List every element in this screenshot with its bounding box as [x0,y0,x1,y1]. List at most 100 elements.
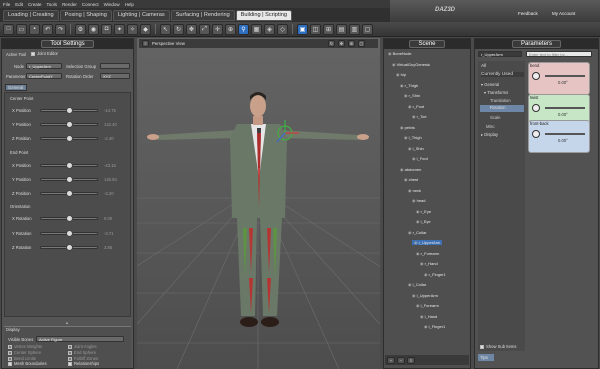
tab-lighting-cameras[interactable]: Lighting | Cameras [112,9,170,21]
param-front-back-slider[interactable] [545,133,585,135]
or-z-slider[interactable] [40,244,98,251]
tips-tab[interactable]: Tips [478,354,494,361]
or-y-slider[interactable] [40,230,98,237]
cp-x-value[interactable]: -14.75 [104,108,116,113]
slider-knob[interactable] [66,176,73,183]
new-icon[interactable]: □ [3,23,14,35]
cat-rotation[interactable]: Rotation [480,105,524,112]
menu-connect[interactable]: Connect [82,2,99,7]
universal-tool-icon[interactable]: ✛ [212,23,223,35]
param-filter-input[interactable]: Enter text to filter by... [526,51,592,57]
render-settings-icon[interactable]: ⚙ [75,23,86,35]
cat-display[interactable]: ▸ Display [481,132,498,137]
ep-y-value[interactable]: 140.50 [104,177,117,182]
scene-node[interactable]: ◉ head [412,198,426,203]
cat-currently-used[interactable]: Currently Used [481,72,524,77]
primitive-icon[interactable]: ◆ [140,23,151,35]
or-y-value[interactable]: -3.71 [104,231,114,236]
scene-node[interactable]: ◉ neck [408,188,421,193]
rotate-tool-icon[interactable]: ↻ [173,23,184,35]
viewport-camera-select[interactable]: Perspective View [152,41,185,46]
general-tab[interactable]: General [5,84,27,91]
scene-node[interactable]: ◉ hip [396,72,406,77]
scene-options-icon[interactable]: ≡ [407,356,415,364]
add-node-icon[interactable]: + [387,356,395,364]
slider-knob[interactable] [66,162,73,169]
redo-icon[interactable]: ↷ [55,23,66,35]
delete-node-icon[interactable]: − [397,356,405,364]
layout-split-icon[interactable]: ◫ [310,23,321,35]
region-tool-icon[interactable]: ▦ [251,23,262,35]
ep-x-slider[interactable] [40,162,98,169]
translate-tool-icon[interactable]: ✥ [186,23,197,35]
viewport[interactable]: ≡ Perspective View ↻ ✥ ⊕ ▢ [137,38,380,369]
scene-node[interactable]: ◉ l_Shin [408,146,424,151]
scene-node[interactable]: ◉ r_Forearm [416,251,439,256]
param-twist-slider[interactable] [545,107,585,109]
param-bend-slider[interactable] [545,75,585,77]
or-x-slider[interactable] [40,215,98,222]
layout-quad-icon[interactable]: ⊞ [323,23,334,35]
slider-knob[interactable] [66,230,73,237]
cat-all[interactable]: All [481,64,486,69]
scene-node[interactable]: ◉ l_Finger1 [424,324,445,329]
save-icon[interactable]: ▪ [29,23,40,35]
scene-node[interactable]: ◉ l_Thigh [404,135,422,140]
cat-scale[interactable]: Scale [490,115,500,120]
camera-icon[interactable]: ◘ [101,23,112,35]
scene-node[interactable]: ◉ r_Finger1 [424,272,446,277]
scene-node[interactable]: ◉ l_UpperArm [412,293,438,298]
or-z-value[interactable]: 3.85 [104,245,112,250]
selection-group-select[interactable] [100,63,130,69]
scene-node[interactable]: ◉ r_Hand [420,261,438,266]
tab-loading-creating[interactable]: Loading | Creating [3,9,59,21]
slider-knob[interactable] [66,121,73,128]
or-x-value[interactable]: 0.00 [104,216,112,221]
orbit-icon[interactable]: ↻ [327,40,335,47]
viewport-menu-icon[interactable]: ≡ [142,40,149,47]
cp-z-value[interactable]: -2.40 [104,136,114,141]
scene-node[interactable]: ◉ BoneNode [388,51,412,56]
spotlight-icon[interactable]: ✧ [127,23,138,35]
scene-node[interactable]: ◉ l_Collar [408,282,426,287]
scene-node[interactable]: ◉ chest [404,177,418,182]
scene-node[interactable]: ◉ r_UpperArm [412,240,443,245]
menu-create[interactable]: Create [28,2,42,7]
scene-node[interactable]: ◉ r_Foot [408,104,424,109]
param-bend-value[interactable]: 0.00° [558,80,568,85]
light-icon[interactable]: ✦ [114,23,125,35]
layout-col-icon[interactable]: ▥ [349,23,360,35]
menu-tools[interactable]: Tools [47,2,58,7]
cat-transforms[interactable]: ▾ Transforms [484,90,508,95]
scene-node[interactable]: ◉ r_Thigh [400,83,418,88]
menu-edit[interactable]: Edit [15,2,23,7]
cp-y-slider[interactable] [40,121,98,128]
slider-knob[interactable] [66,190,73,197]
slider-knob[interactable] [66,244,73,251]
node-tool-icon[interactable]: ⊕ [225,23,236,35]
rotation-order-select[interactable]: XYZ [100,73,130,79]
layout-row-icon[interactable]: ▤ [336,23,347,35]
param-front-back-value[interactable]: 0.00° [558,138,568,143]
param-twist-value[interactable]: 0.00° [558,112,568,117]
undo-icon[interactable]: ↶ [42,23,53,35]
cp-x-slider[interactable] [40,107,98,114]
visible-bones-select[interactable]: Active Figure [36,336,124,342]
slider-knob[interactable] [66,107,73,114]
zoom-icon[interactable]: ⊕ [347,40,355,47]
scene-node[interactable]: ◉ VirtualGuyGenesis [392,62,430,67]
opt-mesh-boundaries[interactable]: Mesh Boundaries [8,361,47,366]
scene-node[interactable]: ◉ l_Foot [412,156,428,161]
frame-icon[interactable]: ▢ [357,40,365,47]
layout-full-icon[interactable]: ▢ [362,23,373,35]
show-sub-items-chk[interactable]: Show Sub Items [480,344,517,349]
ep-z-slider[interactable] [40,190,98,197]
ep-z-value[interactable]: -3.20 [104,191,114,196]
open-icon[interactable]: ▭ [16,23,27,35]
cat-misc[interactable]: Misc [486,124,495,129]
scene-node[interactable]: ◉ l_Hand [420,314,437,319]
scene-node[interactable]: ◉ abdomen [400,167,421,172]
ep-x-value[interactable]: -43.15 [104,163,116,168]
cat-general[interactable]: ▾ General [481,82,499,87]
select-tool-icon[interactable]: ↖ [160,23,171,35]
